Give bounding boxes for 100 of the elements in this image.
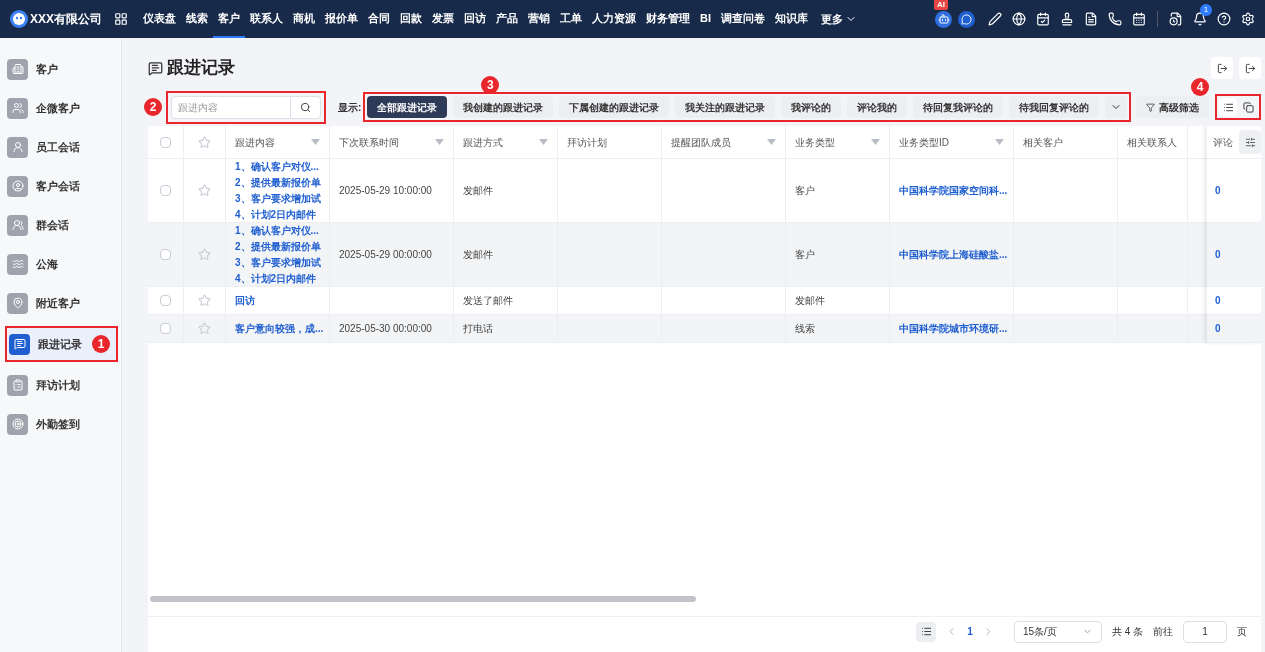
- page-input[interactable]: 1: [1183, 620, 1227, 643]
- follow-up-link[interactable]: 4、计划2日内邮件: [235, 270, 320, 286]
- nav-tab[interactable]: 财务管理: [641, 0, 695, 38]
- nav-tab[interactable]: 报价单: [320, 0, 363, 38]
- import-button[interactable]: [1239, 57, 1261, 79]
- star-icon[interactable]: [198, 184, 211, 197]
- chat-icon: [9, 333, 30, 355]
- column-settings-button[interactable]: [1239, 130, 1261, 154]
- nav-tab[interactable]: BI: [695, 0, 716, 38]
- business-link[interactable]: 中国科学院上海硅酸盐...: [899, 247, 1008, 262]
- settings-icon[interactable]: [1241, 12, 1255, 26]
- comment-count[interactable]: 0: [1215, 293, 1221, 308]
- filter-tab[interactable]: 我评论的: [781, 96, 842, 118]
- business-link[interactable]: 中国科学院城市环境研...: [899, 321, 1008, 336]
- sidebar-item[interactable]: 企微客户: [5, 92, 121, 124]
- checkbox[interactable]: [160, 136, 171, 148]
- follow-up-link[interactable]: 1、确认客户对仪...: [235, 223, 320, 239]
- business-link[interactable]: 中国科学院国家空间科...: [899, 183, 1008, 198]
- filter-tab[interactable]: 评论我的: [847, 96, 908, 118]
- nav-tab[interactable]: 商机: [288, 0, 320, 38]
- table-cell-text: 客户: [795, 184, 815, 198]
- follow-up-link[interactable]: 回访: [235, 292, 320, 309]
- follow-up-link[interactable]: 4、计划2日内邮件: [235, 206, 320, 222]
- apps-grid-icon[interactable]: [114, 12, 128, 26]
- sidebar-item[interactable]: 客户: [5, 53, 121, 85]
- nav-tab[interactable]: 人力资源: [587, 0, 641, 38]
- sidebar-item[interactable]: 拜访计划: [5, 369, 121, 401]
- nav-tab[interactable]: 工单: [555, 0, 587, 38]
- nav-tab[interactable]: 联系人: [245, 0, 288, 38]
- nav-tab[interactable]: 回款: [395, 0, 427, 38]
- star-icon[interactable]: [198, 294, 211, 307]
- export-button[interactable]: [1211, 57, 1233, 79]
- list-view-button[interactable]: [1219, 98, 1237, 116]
- nav-tab[interactable]: 回访: [459, 0, 491, 38]
- comment-count[interactable]: 0: [1215, 321, 1221, 336]
- document-icon[interactable]: [1084, 12, 1098, 26]
- ai-badge: AI: [934, 0, 948, 10]
- calendar-check-icon[interactable]: [1036, 12, 1050, 26]
- sidebar-item[interactable]: 员工会话: [5, 131, 121, 163]
- table-cell-text: 线索: [795, 322, 815, 336]
- star-icon[interactable]: [198, 322, 211, 335]
- calendar-icon[interactable]: [1132, 12, 1146, 26]
- checkbox[interactable]: [160, 295, 171, 306]
- nav-tab[interactable]: 合同: [363, 0, 395, 38]
- stamp-icon[interactable]: [1060, 12, 1074, 26]
- nav-tab[interactable]: 知识库: [770, 0, 813, 38]
- star-icon[interactable]: [198, 248, 211, 261]
- page-number[interactable]: 1: [967, 624, 973, 639]
- phone-book-icon[interactable]: [1108, 12, 1122, 26]
- filter-tab[interactable]: 我关注的跟进记录: [675, 96, 776, 118]
- bell-icon[interactable]: [1193, 12, 1207, 26]
- nav-tab[interactable]: 客户: [213, 0, 245, 38]
- star-icon[interactable]: [198, 135, 211, 149]
- more-menu[interactable]: 更多: [821, 10, 857, 28]
- sidebar-item[interactable]: 跟进记录 1: [7, 328, 116, 360]
- robot-icon[interactable]: [935, 10, 952, 28]
- advanced-filter-button[interactable]: 高级筛选: [1136, 96, 1209, 118]
- checkbox[interactable]: [160, 323, 171, 334]
- nav-tab[interactable]: 线索: [181, 0, 213, 38]
- follow-up-link[interactable]: 3、客户要求增加试: [235, 190, 320, 207]
- company-name[interactable]: XXX有限公司: [30, 10, 102, 28]
- nav-tab[interactable]: 产品: [491, 0, 523, 38]
- follow-up-link[interactable]: 3、客户要求增加试: [235, 254, 320, 271]
- step-marker: 3: [481, 76, 500, 94]
- sidebar-item[interactable]: 群会话: [5, 209, 121, 241]
- checkbox[interactable]: [160, 185, 171, 196]
- filter-tab[interactable]: 下属创建的跟进记录: [559, 96, 670, 118]
- schedule-icon[interactable]: [1169, 12, 1183, 26]
- follow-up-link[interactable]: 2、提供最新报价单: [235, 174, 320, 191]
- nav-tab[interactable]: 仪表盘: [138, 0, 181, 38]
- sidebar-item[interactable]: 附近客户: [5, 287, 121, 319]
- filter-tab[interactable]: 待回复我评论的: [913, 96, 1004, 118]
- horizontal-scrollbar[interactable]: [150, 596, 696, 602]
- search-field[interactable]: 跟进内容: [171, 95, 291, 119]
- comment-count[interactable]: 0: [1215, 247, 1221, 262]
- follow-up-link[interactable]: 2、提供最新报价单: [235, 238, 320, 255]
- exit-icon: [1216, 62, 1228, 74]
- checkbox[interactable]: [160, 249, 171, 260]
- globe-icon[interactable]: [1012, 12, 1026, 26]
- table-cell-text: 发邮件: [463, 184, 493, 198]
- filter-tab[interactable]: 全部跟进记录: [367, 96, 448, 118]
- building-icon: [7, 58, 28, 80]
- chat-icon[interactable]: [958, 10, 975, 28]
- filter-tab[interactable]: 我创建的跟进记录: [453, 96, 554, 118]
- nav-tab[interactable]: 发票: [427, 0, 459, 38]
- filter-tab[interactable]: 待我回复评论的: [1009, 96, 1100, 118]
- follow-up-link[interactable]: 1、确认客户对仪...: [235, 159, 320, 175]
- comment-count[interactable]: 0: [1215, 183, 1221, 198]
- column-header: 下次联系时间: [339, 135, 399, 150]
- nav-tab[interactable]: 调查问卷: [716, 0, 770, 38]
- page-size-select[interactable]: 15条/页: [1013, 620, 1102, 643]
- nav-tab[interactable]: 营销: [523, 0, 555, 38]
- page-unit: 页: [1237, 625, 1247, 639]
- sidebar-item[interactable]: 公海: [5, 248, 121, 280]
- sidebar-item[interactable]: 客户会话: [5, 170, 121, 202]
- copy-icon: [1242, 101, 1254, 113]
- help-icon[interactable]: [1217, 12, 1231, 26]
- sidebar-item[interactable]: 外勤签到: [5, 408, 121, 440]
- list-view-button[interactable]: [916, 621, 937, 642]
- search-button[interactable]: [291, 95, 321, 119]
